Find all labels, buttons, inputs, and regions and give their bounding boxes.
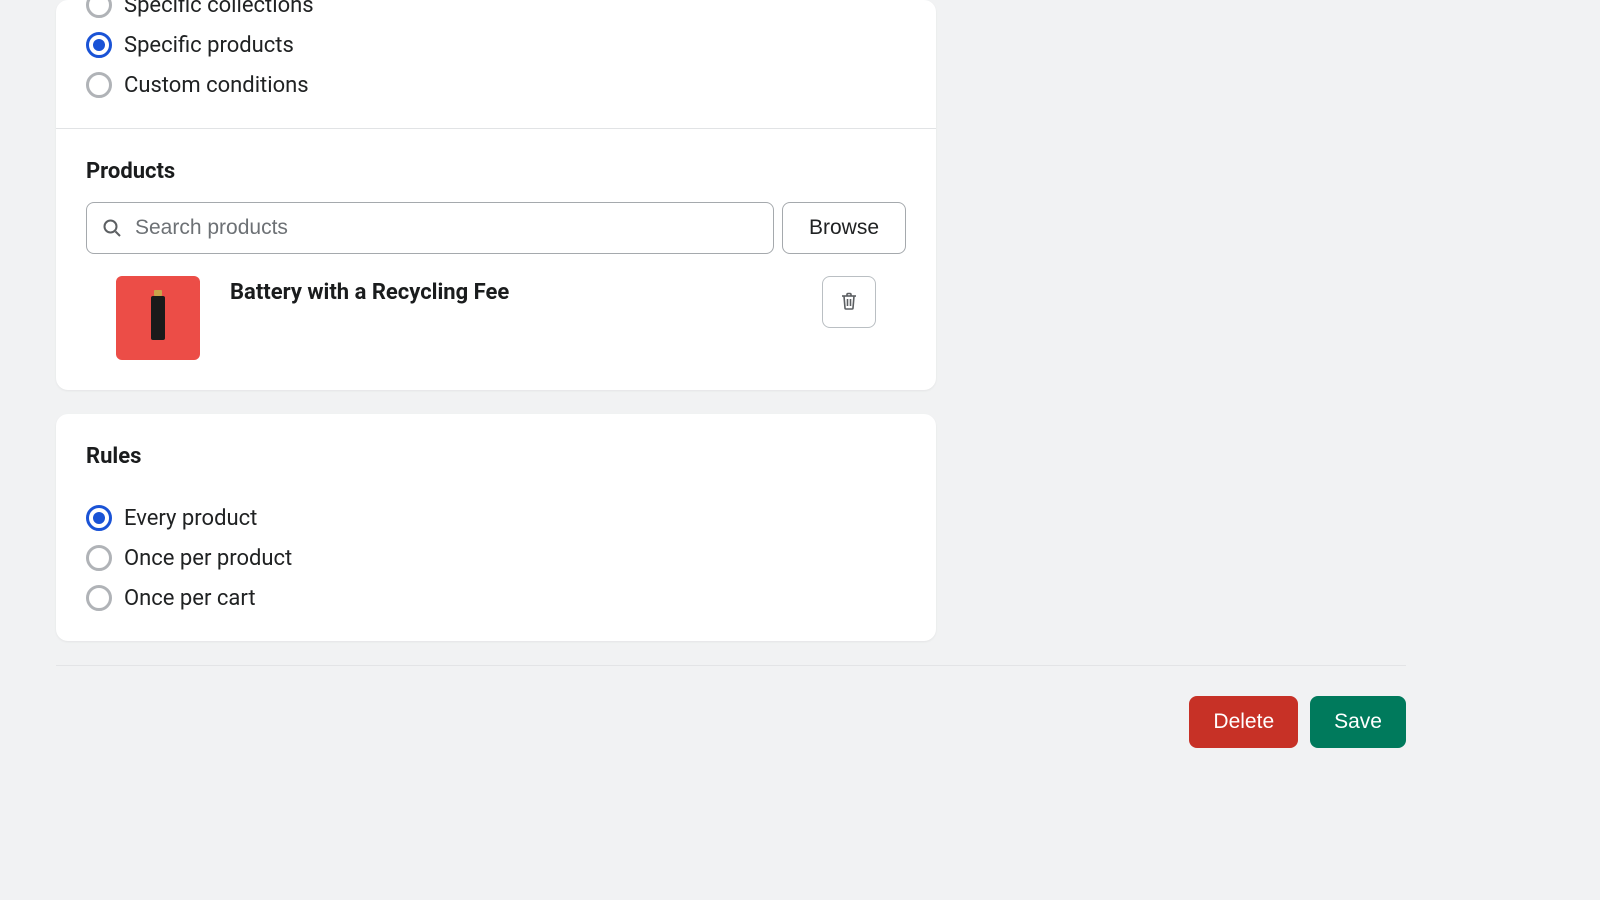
radio-label: Once per cart <box>124 586 256 611</box>
delete-button[interactable]: Delete <box>1189 696 1298 748</box>
radio-specific-collections[interactable]: Specific collections <box>86 0 906 18</box>
products-search-row: Browse <box>86 202 906 254</box>
applies-to-radio-group: Specific collections Specific products C… <box>86 0 906 98</box>
radio-label: Specific collections <box>124 0 314 18</box>
footer-divider <box>56 665 1406 666</box>
applies-to-card: Specific collections Specific products C… <box>56 0 936 390</box>
radio-once-per-product[interactable]: Once per product <box>86 545 906 571</box>
radio-specific-products[interactable]: Specific products <box>86 32 906 58</box>
browse-button[interactable]: Browse <box>782 202 906 254</box>
radio-label: Specific products <box>124 33 294 58</box>
search-input[interactable] <box>86 202 774 254</box>
radio-once-per-cart[interactable]: Once per cart <box>86 585 906 611</box>
product-thumbnail <box>116 276 200 360</box>
radio-label: Custom conditions <box>124 73 309 98</box>
battery-icon <box>151 296 165 340</box>
rules-radio-group: Every product Once per product Once per … <box>86 505 906 611</box>
search-icon <box>102 218 122 238</box>
radio-custom-conditions[interactable]: Custom conditions <box>86 72 906 98</box>
footer-actions: Delete Save <box>56 696 1406 748</box>
radio-icon <box>86 0 112 18</box>
rules-heading: Rules <box>86 444 906 469</box>
product-name: Battery with a Recycling Fee <box>230 276 792 305</box>
remove-product-button[interactable] <box>822 276 876 328</box>
radio-icon <box>86 72 112 98</box>
radio-icon <box>86 545 112 571</box>
radio-every-product[interactable]: Every product <box>86 505 906 531</box>
product-row: Battery with a Recycling Fee <box>86 276 906 360</box>
save-button[interactable]: Save <box>1310 696 1406 748</box>
radio-icon <box>86 585 112 611</box>
trash-icon <box>839 291 859 314</box>
radio-icon-selected <box>86 32 112 58</box>
rules-card: Rules Every product Once per product Onc… <box>56 414 936 641</box>
products-heading: Products <box>86 159 906 184</box>
products-section: Products Browse Battery w <box>56 129 936 390</box>
search-wrap <box>86 202 774 254</box>
radio-label: Once per product <box>124 546 292 571</box>
radio-icon-selected <box>86 505 112 531</box>
radio-label: Every product <box>124 506 257 531</box>
